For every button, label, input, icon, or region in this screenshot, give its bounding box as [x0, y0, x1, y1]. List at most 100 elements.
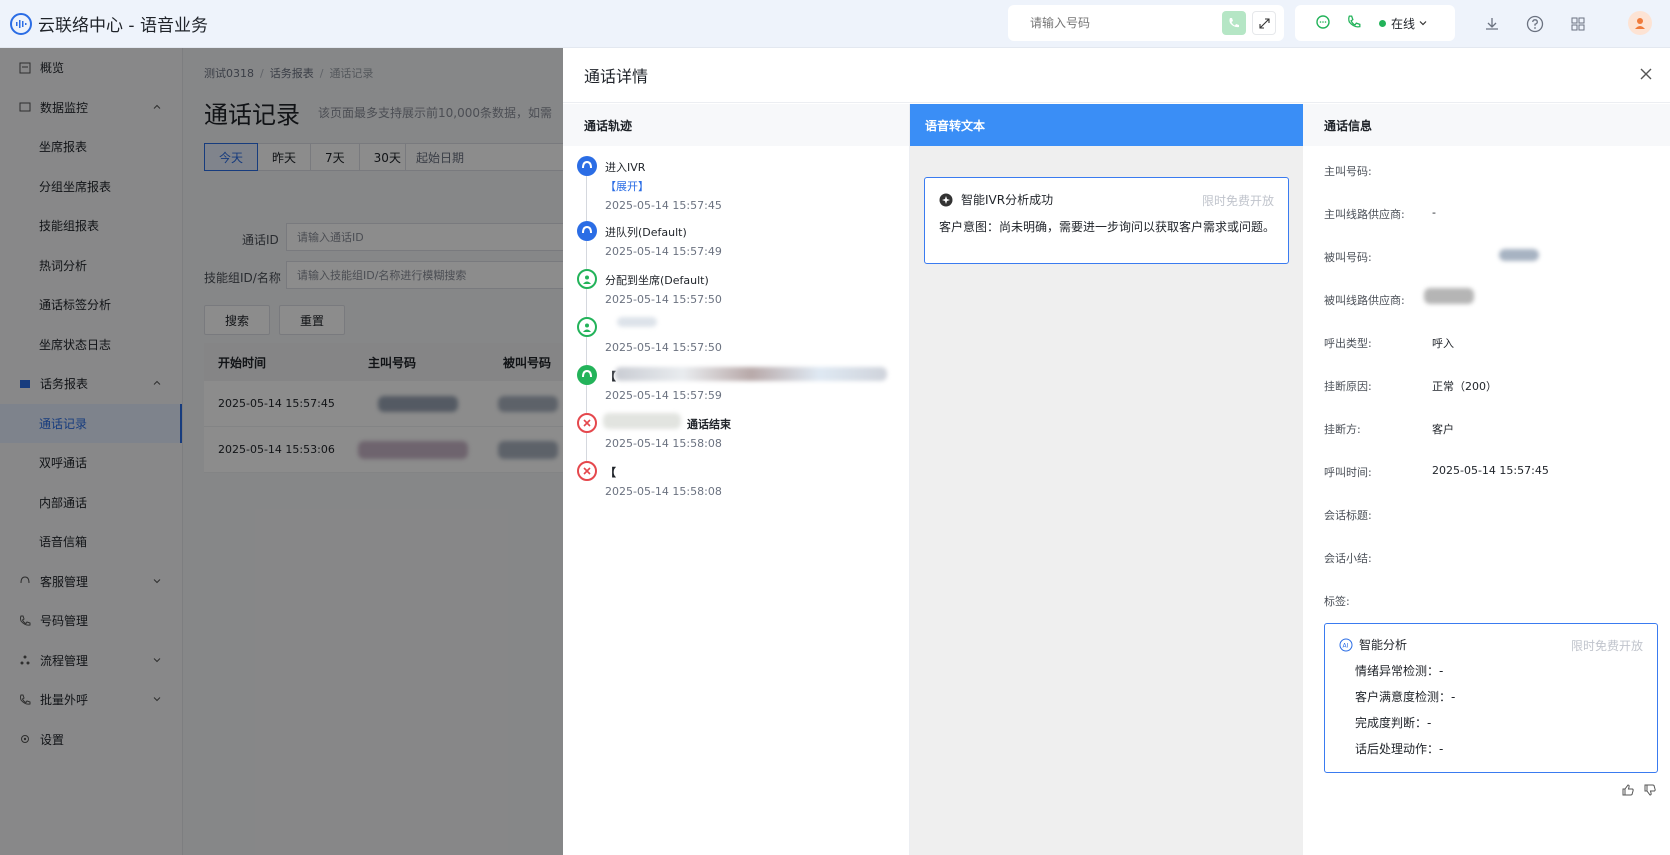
- timeline-connector: [586, 289, 587, 317]
- timeline-connector: [586, 176, 587, 221]
- ivr-analysis-card: 智能IVR分析成功 限时免费开放 客户意图：尚未明确，需要进一步询问以获取客户需…: [924, 177, 1289, 264]
- status-label: 在线: [1391, 16, 1416, 31]
- phone-number-input[interactable]: [1030, 16, 1210, 30]
- ai-emotion-row: 情绪异常检测：-: [1355, 664, 1444, 678]
- apps-grid-icon[interactable]: [1568, 14, 1588, 34]
- info-key: 挂断原因:: [1324, 380, 1372, 393]
- timeline-title: 进队列(Default): [605, 226, 687, 239]
- download-icon[interactable]: [1482, 14, 1502, 34]
- info-call-time: 呼叫时间: 2025-05-14 15:57:45: [1324, 464, 1549, 480]
- info-callee: 被叫号码:: [1324, 249, 1539, 265]
- timeline-title: 进入IVR: [605, 161, 646, 174]
- info-key: 主叫线路供应商:: [1324, 208, 1405, 221]
- chevron-down-icon: [1419, 21, 1427, 26]
- svg-text:AI: AI: [1343, 642, 1349, 649]
- ivr-card-header: 智能IVR分析成功: [939, 191, 1053, 208]
- ai-followup-row: 话后处理动作：-: [1355, 742, 1444, 756]
- call-info-title: 通话信息: [1303, 104, 1670, 146]
- thumbs-up-icon[interactable]: [1621, 783, 1635, 797]
- end-call-icon: [577, 413, 597, 433]
- help-icon[interactable]: [1525, 14, 1545, 34]
- info-key: 呼叫时间:: [1324, 466, 1372, 479]
- user-avatar-icon: [1635, 18, 1645, 29]
- speech-to-text-title[interactable]: 语音转文本: [910, 104, 1303, 146]
- ivr-icon: [577, 156, 597, 176]
- redacted-text: [615, 367, 887, 381]
- timeline-time: 2025-05-14 15:57:49: [605, 245, 722, 258]
- voice-logo-icon: [10, 12, 32, 35]
- call-track-panel: 通话轨迹 进入IVR 【展开】 2025-05-14 15:57:45 进队列(…: [563, 104, 910, 855]
- info-key: 被叫号码:: [1324, 251, 1372, 264]
- info-key: 标签:: [1324, 595, 1350, 608]
- avatar[interactable]: [1628, 11, 1652, 35]
- ai-card-title: 智能分析: [1359, 638, 1408, 652]
- ivr-card-body: 客户意图：尚未明确，需要进一步询问以获取客户需求或问题。: [939, 220, 1276, 234]
- redacted-value: [1424, 288, 1474, 304]
- logo: 云联络中心 - 语音业务: [10, 11, 208, 36]
- info-callee-carrier: 被叫线路供应商:: [1324, 288, 1474, 308]
- info-caller-carrier: 主叫线路供应商: -: [1324, 206, 1436, 222]
- expand-button[interactable]: [1252, 11, 1276, 35]
- redacted-text: [603, 413, 681, 429]
- thumbs-down-icon[interactable]: [1643, 783, 1657, 797]
- expand-link[interactable]: 【展开】: [605, 178, 649, 194]
- top-bar: 云联络中心 - 语音业务 在线: [0, 0, 1670, 48]
- agent-assign-icon: [577, 269, 597, 289]
- timeline-title: 通话结束: [687, 418, 731, 431]
- info-caller: 主叫号码:: [1324, 163, 1372, 179]
- timeline-connector: [586, 337, 587, 365]
- close-icon[interactable]: [1638, 66, 1654, 82]
- info-session-summary: 会话小结:: [1324, 550, 1372, 566]
- ai-card-header: AI 智能分析: [1339, 636, 1407, 653]
- info-value: 客户: [1432, 423, 1454, 436]
- redacted-value: [1499, 249, 1539, 261]
- timeline-title: 【: [605, 466, 616, 479]
- info-hangup-party: 挂断方: 客户: [1324, 421, 1454, 437]
- info-tags: 标签:: [1324, 593, 1350, 609]
- info-call-type: 呼出类型: 呼入: [1324, 335, 1454, 351]
- info-key: 挂断方:: [1324, 423, 1361, 436]
- ai-completion-row: 完成度判断：-: [1355, 716, 1432, 730]
- ai-analysis-card: AI 智能分析 限时免费开放 情绪异常检测：- 客户满意度检测：- 完成度判断：…: [1324, 623, 1658, 773]
- ai-satisfaction-row: 客户满意度检测：-: [1355, 690, 1456, 704]
- ivr-card-title: 智能IVR分析成功: [961, 193, 1054, 207]
- queue-icon: [577, 221, 597, 241]
- timeline-time: 2025-05-14 15:58:08: [605, 485, 722, 498]
- timeline-time: 2025-05-14 15:57:50: [605, 293, 722, 306]
- softphone-icon[interactable]: [1347, 15, 1361, 32]
- info-session-title: 会话标题:: [1324, 507, 1372, 523]
- timeline-time: 2025-05-14 15:57:50: [605, 341, 722, 354]
- drawer-title: 通话详情: [563, 48, 1670, 103]
- call-detail-drawer: 通话详情 通话轨迹 进入IVR 【展开】 2025-05-14 15:57:45…: [563, 48, 1670, 855]
- info-key: 呼出类型:: [1324, 337, 1372, 350]
- online-dot: [1379, 19, 1386, 27]
- info-hangup-reason: 挂断原因: 正常（200）: [1324, 378, 1497, 394]
- timeline-connector: [586, 241, 587, 269]
- free-badge: 限时免费开放: [1570, 639, 1643, 653]
- info-key: 主叫号码:: [1324, 165, 1372, 178]
- timeline-time: 2025-05-14 15:58:08: [605, 437, 722, 450]
- modal-overlay[interactable]: [0, 48, 563, 855]
- info-value: 正常（200）: [1432, 380, 1497, 393]
- expand-icon: [1258, 17, 1270, 29]
- call-button[interactable]: [1222, 11, 1246, 35]
- agent-icon: [577, 317, 597, 337]
- timeline-connector: [586, 433, 587, 461]
- ai-spark-icon: [939, 193, 953, 206]
- ai-badge-icon: AI: [1339, 638, 1353, 651]
- timeline-title: 分配到坐席(Default): [605, 274, 709, 287]
- redacted-text: [617, 317, 657, 327]
- app-title: 云联络中心 - 语音业务: [38, 16, 208, 36]
- agent-status-box: 在线: [1295, 5, 1455, 41]
- speech-to-text-panel: 语音转文本 智能IVR分析成功 限时免费开放 客户意图：尚未明确，需要进一步询问…: [910, 104, 1303, 855]
- status-dropdown[interactable]: 在线: [1379, 15, 1428, 32]
- chat-icon[interactable]: [1315, 14, 1331, 33]
- answer-icon: [577, 365, 597, 385]
- timeline-connector: [586, 385, 587, 413]
- info-key: 会话标题:: [1324, 509, 1372, 522]
- info-value: 呼入: [1432, 337, 1454, 350]
- free-badge: 限时免费开放: [1201, 194, 1274, 208]
- end-call-icon: [577, 461, 597, 481]
- info-key: 会话小结:: [1324, 552, 1372, 565]
- phone-icon: [1229, 18, 1239, 28]
